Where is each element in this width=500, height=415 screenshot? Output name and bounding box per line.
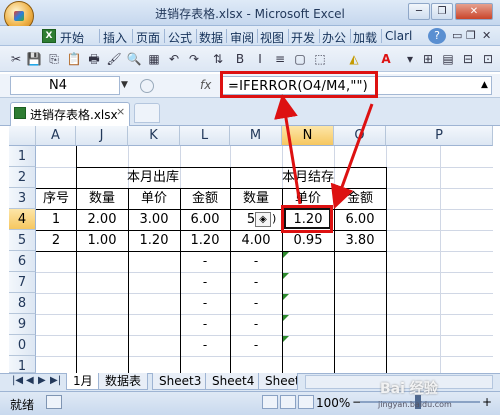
zoom-in-icon[interactable]: + bbox=[482, 395, 492, 409]
watermark-url: jingyan.baidu.com bbox=[378, 400, 452, 409]
last-sheet-icon[interactable]: ▶| bbox=[50, 375, 61, 386]
next-sheet-icon[interactable]: ▶ bbox=[38, 375, 46, 386]
arrow-to-cell bbox=[330, 103, 374, 210]
prev-sheet-icon[interactable]: ◀ bbox=[26, 375, 34, 386]
sheet-tab-active[interactable]: 1月 bbox=[66, 373, 100, 390]
page-break-view-icon[interactable] bbox=[298, 395, 314, 409]
zoom-level[interactable]: 100% bbox=[316, 396, 350, 410]
first-sheet-icon[interactable]: |◀ bbox=[12, 375, 23, 386]
macro-record-icon[interactable] bbox=[46, 395, 62, 409]
sheet-tab[interactable]: Sheet bbox=[258, 373, 298, 390]
annotation-arrows bbox=[274, 94, 374, 210]
sheet-tab[interactable]: Sheet4 bbox=[205, 373, 262, 390]
sheet-tab[interactable]: Sheet3 bbox=[152, 373, 209, 390]
watermark-logo: Bai 经验 bbox=[380, 381, 438, 397]
arrow-to-formula bbox=[274, 94, 302, 205]
status-text: 就绪 bbox=[10, 398, 35, 412]
sheet-tab[interactable]: 数据表 bbox=[98, 373, 149, 390]
normal-view-icon[interactable] bbox=[262, 395, 278, 409]
page-layout-view-icon[interactable] bbox=[280, 395, 296, 409]
